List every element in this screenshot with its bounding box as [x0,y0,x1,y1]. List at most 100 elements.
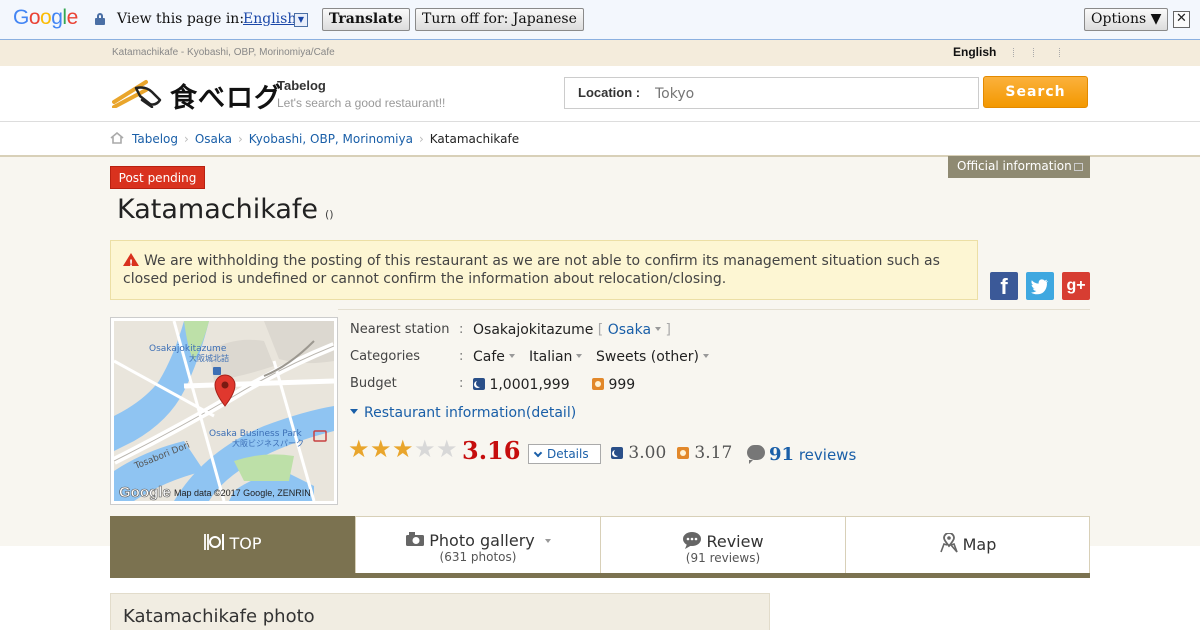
moon-icon [473,378,485,390]
separator [1059,48,1060,57]
language-dropdown-icon[interactable]: ▼ [294,13,308,27]
map-pin-icon [939,532,958,553]
divider [338,309,1090,310]
restaurant-detail-link[interactable]: Restaurant information(detail) [350,405,576,421]
map-image: Osakajokitazume 大阪城北詰 Osaka Business Par… [114,321,334,501]
language-select[interactable]: English [243,11,296,27]
map-label-park-jp: 大阪ビジネスパーク [232,438,304,448]
close-icon[interactable]: ✕ [1173,11,1190,28]
chevron-down-icon [703,354,710,358]
reviews-link[interactable]: 91 reviews [769,444,856,465]
map-label-park: Osaka Business Park [209,429,303,439]
site-header: 食べログ Tabelog Let's search a good restaur… [0,66,1200,122]
translate-button[interactable]: Translate [322,8,410,31]
withholding-notice: We are withholding the posting of this r… [110,240,978,300]
top-strip: Katamachikafe - Kyobashi, OBP, Morinomiy… [0,40,1200,66]
info-label-budget: Budget [350,376,397,391]
photo-section-title: Katamachikafe photo [110,593,770,630]
facebook-share-button[interactable]: f [990,272,1018,300]
station-city-link[interactable]: Osaka [608,322,651,338]
tab-review[interactable]: Review (91 reviews) [600,516,846,573]
sun-icon [592,378,604,390]
dish-icon [204,534,225,550]
chevron-down-icon [576,354,583,358]
google-logo: Google [13,6,78,29]
chevron-down-icon [508,354,515,358]
map-thumbnail[interactable]: Osakajokitazume 大阪城北詰 Osaka Business Par… [110,317,338,505]
expand-icon [350,409,358,414]
lock-icon [95,13,105,25]
chevron-down-icon [533,448,543,458]
star-rating: ★★★★★ [348,437,458,461]
location-search-box: Location : [564,77,979,109]
star-icon: ★ [392,435,414,463]
brand-name: Tabelog [277,78,326,93]
star-icon: ★ [436,435,458,463]
category-sweets[interactable]: Sweets (other) [596,349,699,365]
translate-label: View this page in: [117,11,245,27]
breadcrumb-tabelog[interactable]: Tabelog [132,132,178,146]
star-icon: ★ [414,435,436,463]
category-italian[interactable]: Italian [529,349,572,365]
map-label-station-jp: 大阪城北詰 [189,353,229,363]
options-button[interactable]: Options ▼ [1084,8,1169,31]
chopsticks-logo-icon[interactable] [112,76,164,108]
info-label-categories: Categories [350,349,421,364]
comment-icon [747,445,765,464]
dinner-score: 3.00 [611,443,666,463]
tab-photo-gallery[interactable]: Photo gallery (631 photos) [355,516,601,573]
notice-text: We are withholding the posting of this r… [123,253,940,287]
breadcrumb-current: Katamachikafe [429,132,520,146]
tab-map[interactable]: Map [845,516,1090,573]
map-label-station: Osakajokitazume [149,344,227,354]
chevron-right-icon: › [237,132,243,146]
nearest-station-value: Osakajokitazume [ Osaka ] [473,322,671,338]
budget-dinner: 1,0001,999 [473,377,570,393]
breadcrumb-osaka[interactable]: Osaka [195,132,232,146]
page-title: Katamachikafe [117,194,319,225]
lunch-score: 3.17 [677,443,732,463]
top-crumbs: Katamachikafe - Kyobashi, OBP, Morinomiy… [112,47,335,58]
budget-lunch: 999 [592,377,635,393]
twitter-share-button[interactable] [1026,272,1054,300]
speech-bubble-icon [683,532,702,549]
tab-top[interactable]: TOP [110,516,355,573]
info-label-station: Nearest station [350,322,450,337]
google-plus-share-button[interactable]: g+ [1062,272,1090,300]
sun-icon [677,447,689,459]
breadcrumb: Tabelog › Osaka › Kyobashi, OBP, Morinomiya ›… [0,122,1200,157]
station-icon [213,367,221,375]
separator [1033,48,1034,57]
star-icon: ★ [348,435,370,463]
star-icon: ★ [370,435,392,463]
location-input[interactable] [655,84,955,104]
chevron-right-icon: › [184,132,189,146]
twitter-bird-icon [1031,279,1048,295]
translate-bar: Google View this page in: English ▼ Tran… [0,0,1200,40]
location-label: Location : [578,85,641,100]
official-info-button[interactable]: Official information [948,156,1090,178]
turn-off-button[interactable]: Turn off for: Japanese [415,8,584,31]
chevron-down-icon [655,327,662,331]
rating-score: 3.16 [462,436,521,465]
restaurant-tabs: TOP Photo gallery (631 photos) Review (9… [110,516,1090,578]
chevron-down-icon [544,539,551,543]
category-cafe[interactable]: Cafe [473,349,505,365]
search-button[interactable]: Search [983,76,1088,108]
page-title-sub: () [325,208,334,221]
map-attribution: Map data ©2017 Google, ZENRIN [174,488,311,498]
brand-tagline: Let's search a good restaurant!! [277,96,446,110]
separator [1013,48,1014,57]
window-icon [1073,162,1083,171]
warning-icon [123,253,139,273]
breadcrumb-area[interactable]: Kyobashi, OBP, Morinomiya [249,132,413,146]
language-english-link[interactable]: English [953,45,996,59]
home-icon[interactable] [110,132,124,144]
tabelog-logo-text[interactable]: 食べログ [170,76,282,115]
moon-icon [611,447,623,459]
rating-details-button[interactable]: Details [528,444,601,464]
status-badge: Post pending [110,166,205,189]
camera-icon [406,532,425,546]
google-map-logo: Google [119,484,171,501]
chevron-right-icon: › [418,132,424,146]
